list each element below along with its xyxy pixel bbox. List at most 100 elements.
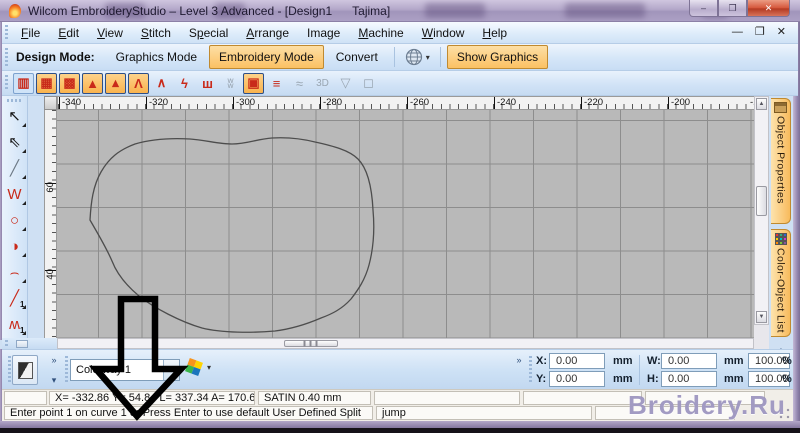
run-stitch-icon[interactable]: ▥ [13, 73, 34, 94]
open-shape-tool[interactable]: ⌢ [3, 260, 27, 284]
satin-lines-icon[interactable]: ≡ [266, 73, 287, 94]
menu-item[interactable]: Window [413, 23, 474, 43]
vertical-scroll-thumb[interactable] [756, 186, 767, 216]
menu-item[interactable]: Help [473, 23, 516, 43]
basket-icon[interactable]: ◻ [358, 73, 379, 94]
satin-fill-icon[interactable]: ▦ [36, 73, 57, 94]
app-flame-icon [9, 4, 21, 18]
program-split-icon[interactable]: ▣ [243, 73, 264, 94]
chevron-down-icon: ▾ [207, 363, 211, 372]
show-graphics-button[interactable]: Show Graphics [447, 45, 548, 69]
knife-tool[interactable]: ╱ [3, 156, 27, 180]
contour-stitch-icon[interactable]: ∧ [151, 73, 172, 94]
menu-bar: File Edit View Stitch Special Arrange Im… [2, 22, 798, 44]
lettering-tool[interactable]: W [3, 182, 27, 206]
ruler-tick-label: -320 [147, 97, 168, 108]
toolbar-drag-handle[interactable] [5, 75, 8, 92]
y-label: Y: [536, 373, 546, 385]
toolbar-overflow-chevron[interactable]: » [48, 356, 60, 365]
tab-object-properties[interactable]: Object Properties [771, 98, 791, 224]
toolbar-separator [639, 355, 640, 385]
ruler-tick-label: -280 [321, 97, 342, 108]
toolbar-drag-handle[interactable] [5, 48, 8, 66]
x-unit: mm [613, 355, 633, 367]
menu-item[interactable]: Edit [49, 23, 88, 43]
toolbar-drag-handle[interactable] [65, 356, 68, 384]
3d-effect-icon[interactable]: 3D [312, 73, 333, 94]
status-spacer [4, 391, 47, 405]
reshape-tool[interactable]: ⇖ [3, 130, 27, 154]
tatami-fill-icon[interactable]: ▩ [59, 73, 80, 94]
vertical-scrollbar[interactable]: ▲ ▼ [754, 96, 769, 325]
ruler-origin-button[interactable] [44, 96, 57, 110]
menu-item[interactable]: Image [298, 23, 349, 43]
zigzag-input-tool[interactable]: ʍ1 [3, 312, 27, 336]
toolbar-overflow-more[interactable]: ▾ [48, 376, 60, 385]
embroidery-mode-button[interactable]: Embroidery Mode [209, 45, 324, 69]
menu-item[interactable]: Stitch [132, 23, 180, 43]
horizontal-scroll-thumb[interactable]: ❚❚❚ [284, 340, 338, 347]
closed-shape-tool[interactable]: ○ [3, 208, 27, 232]
toolbar-drag-handle[interactable] [7, 99, 22, 102]
mdi-window-controls: — ❐ ✕ [732, 25, 786, 39]
trim-icon[interactable]: ▽ [335, 73, 356, 94]
maximize-button[interactable]: ❐ [718, 0, 747, 17]
run-input-tool[interactable]: ╱1 [3, 286, 27, 310]
toolbar-drag-handle[interactable] [8, 356, 11, 384]
h-field[interactable]: 0.00 [661, 371, 717, 387]
status-panel [374, 391, 520, 405]
menu-item[interactable]: Arrange [237, 23, 298, 43]
convert-button[interactable]: Convert [326, 45, 388, 69]
scroll-up-arrow[interactable]: ▲ [756, 98, 767, 110]
flame-fill-icon[interactable]: ▲ [82, 73, 103, 94]
zigzag-stitch-icon[interactable]: ϟ [174, 73, 195, 94]
design-mode-toolbar: Design Mode: Graphics Mode Embroidery Mo… [2, 44, 798, 71]
close-button[interactable]: ✕ [747, 0, 790, 17]
graphics-mode-button[interactable]: Graphics Mode [106, 45, 207, 69]
toolbar-overflow-chevron[interactable]: » [513, 356, 525, 365]
toolbox: ↖ ⇖ ╱ W ○ ◑ ⌢ [2, 96, 28, 340]
toolbar-separator [394, 47, 395, 67]
hoop-globe-button[interactable]: ▾ [400, 46, 435, 68]
toolbox-items: ↖ ⇖ ╱ W ○ ◑ ⌢ [3, 104, 27, 338]
background-blur [425, 3, 485, 18]
ruler-tick-label: -300 [234, 97, 255, 108]
toolbox-overflow-button[interactable] [16, 340, 28, 348]
bitmap-button[interactable] [12, 355, 38, 385]
x-field[interactable]: 0.00 [549, 353, 605, 369]
status-mode: jump [376, 406, 592, 420]
ruler-tick-label: -260 [408, 97, 429, 108]
select-tool[interactable]: ↖ [3, 104, 27, 128]
y-field[interactable]: 0.00 [549, 371, 605, 387]
applique-tool[interactable]: ◑ [3, 234, 27, 258]
ruler-tick-label: -240 [495, 97, 516, 108]
menu-item[interactable]: Special [180, 23, 237, 43]
menu-item[interactable]: Machine [349, 23, 412, 43]
menu-item[interactable]: File [12, 23, 49, 43]
e-stitch-icon[interactable]: ш [197, 73, 218, 94]
object-properties-icon [774, 102, 787, 113]
menu-item[interactable]: View [88, 23, 132, 43]
title-bar: Wilcom EmbroideryStudio – Level 3 Advanc… [0, 0, 800, 22]
toolbar-drag-handle[interactable] [5, 25, 8, 40]
tab-color-object-list[interactable]: Color-Object List [771, 229, 791, 337]
h-unit: mm [724, 373, 744, 385]
colorway-palette-button[interactable]: ▾ [187, 360, 211, 374]
watermark: Broidery.Ru [628, 390, 786, 421]
ruler-tick-label: -200 [669, 97, 690, 108]
mdi-minimize-icon[interactable]: — [732, 25, 743, 39]
mdi-close-icon[interactable]: ✕ [777, 25, 786, 39]
scroll-down-arrow[interactable]: ▼ [756, 311, 767, 323]
wave-effect-icon[interactable]: ≈ [289, 73, 310, 94]
toolbar-drag-handle[interactable] [5, 340, 8, 348]
minimize-button[interactable]: – [689, 0, 718, 17]
feather-fill-icon[interactable]: ▴ [105, 73, 126, 94]
w-field[interactable]: 0.00 [661, 353, 717, 369]
stitch-icons: ▥ ▦ ▩ ▲ ▴ Λ ∧ ϟ ш ʬ ▣ ≡ ≈ 3D ▽ ◻ [12, 73, 380, 94]
menu-items: File Edit View Stitch Special Arrange Im… [12, 23, 516, 43]
toolbar-drag-handle[interactable] [529, 356, 532, 384]
mdi-restore-icon[interactable]: ❐ [755, 25, 765, 39]
design-mode-label: Design Mode: [16, 50, 95, 64]
tree-fill-icon[interactable]: Λ [128, 73, 149, 94]
stipple-stitch-icon[interactable]: ʬ [220, 73, 241, 94]
